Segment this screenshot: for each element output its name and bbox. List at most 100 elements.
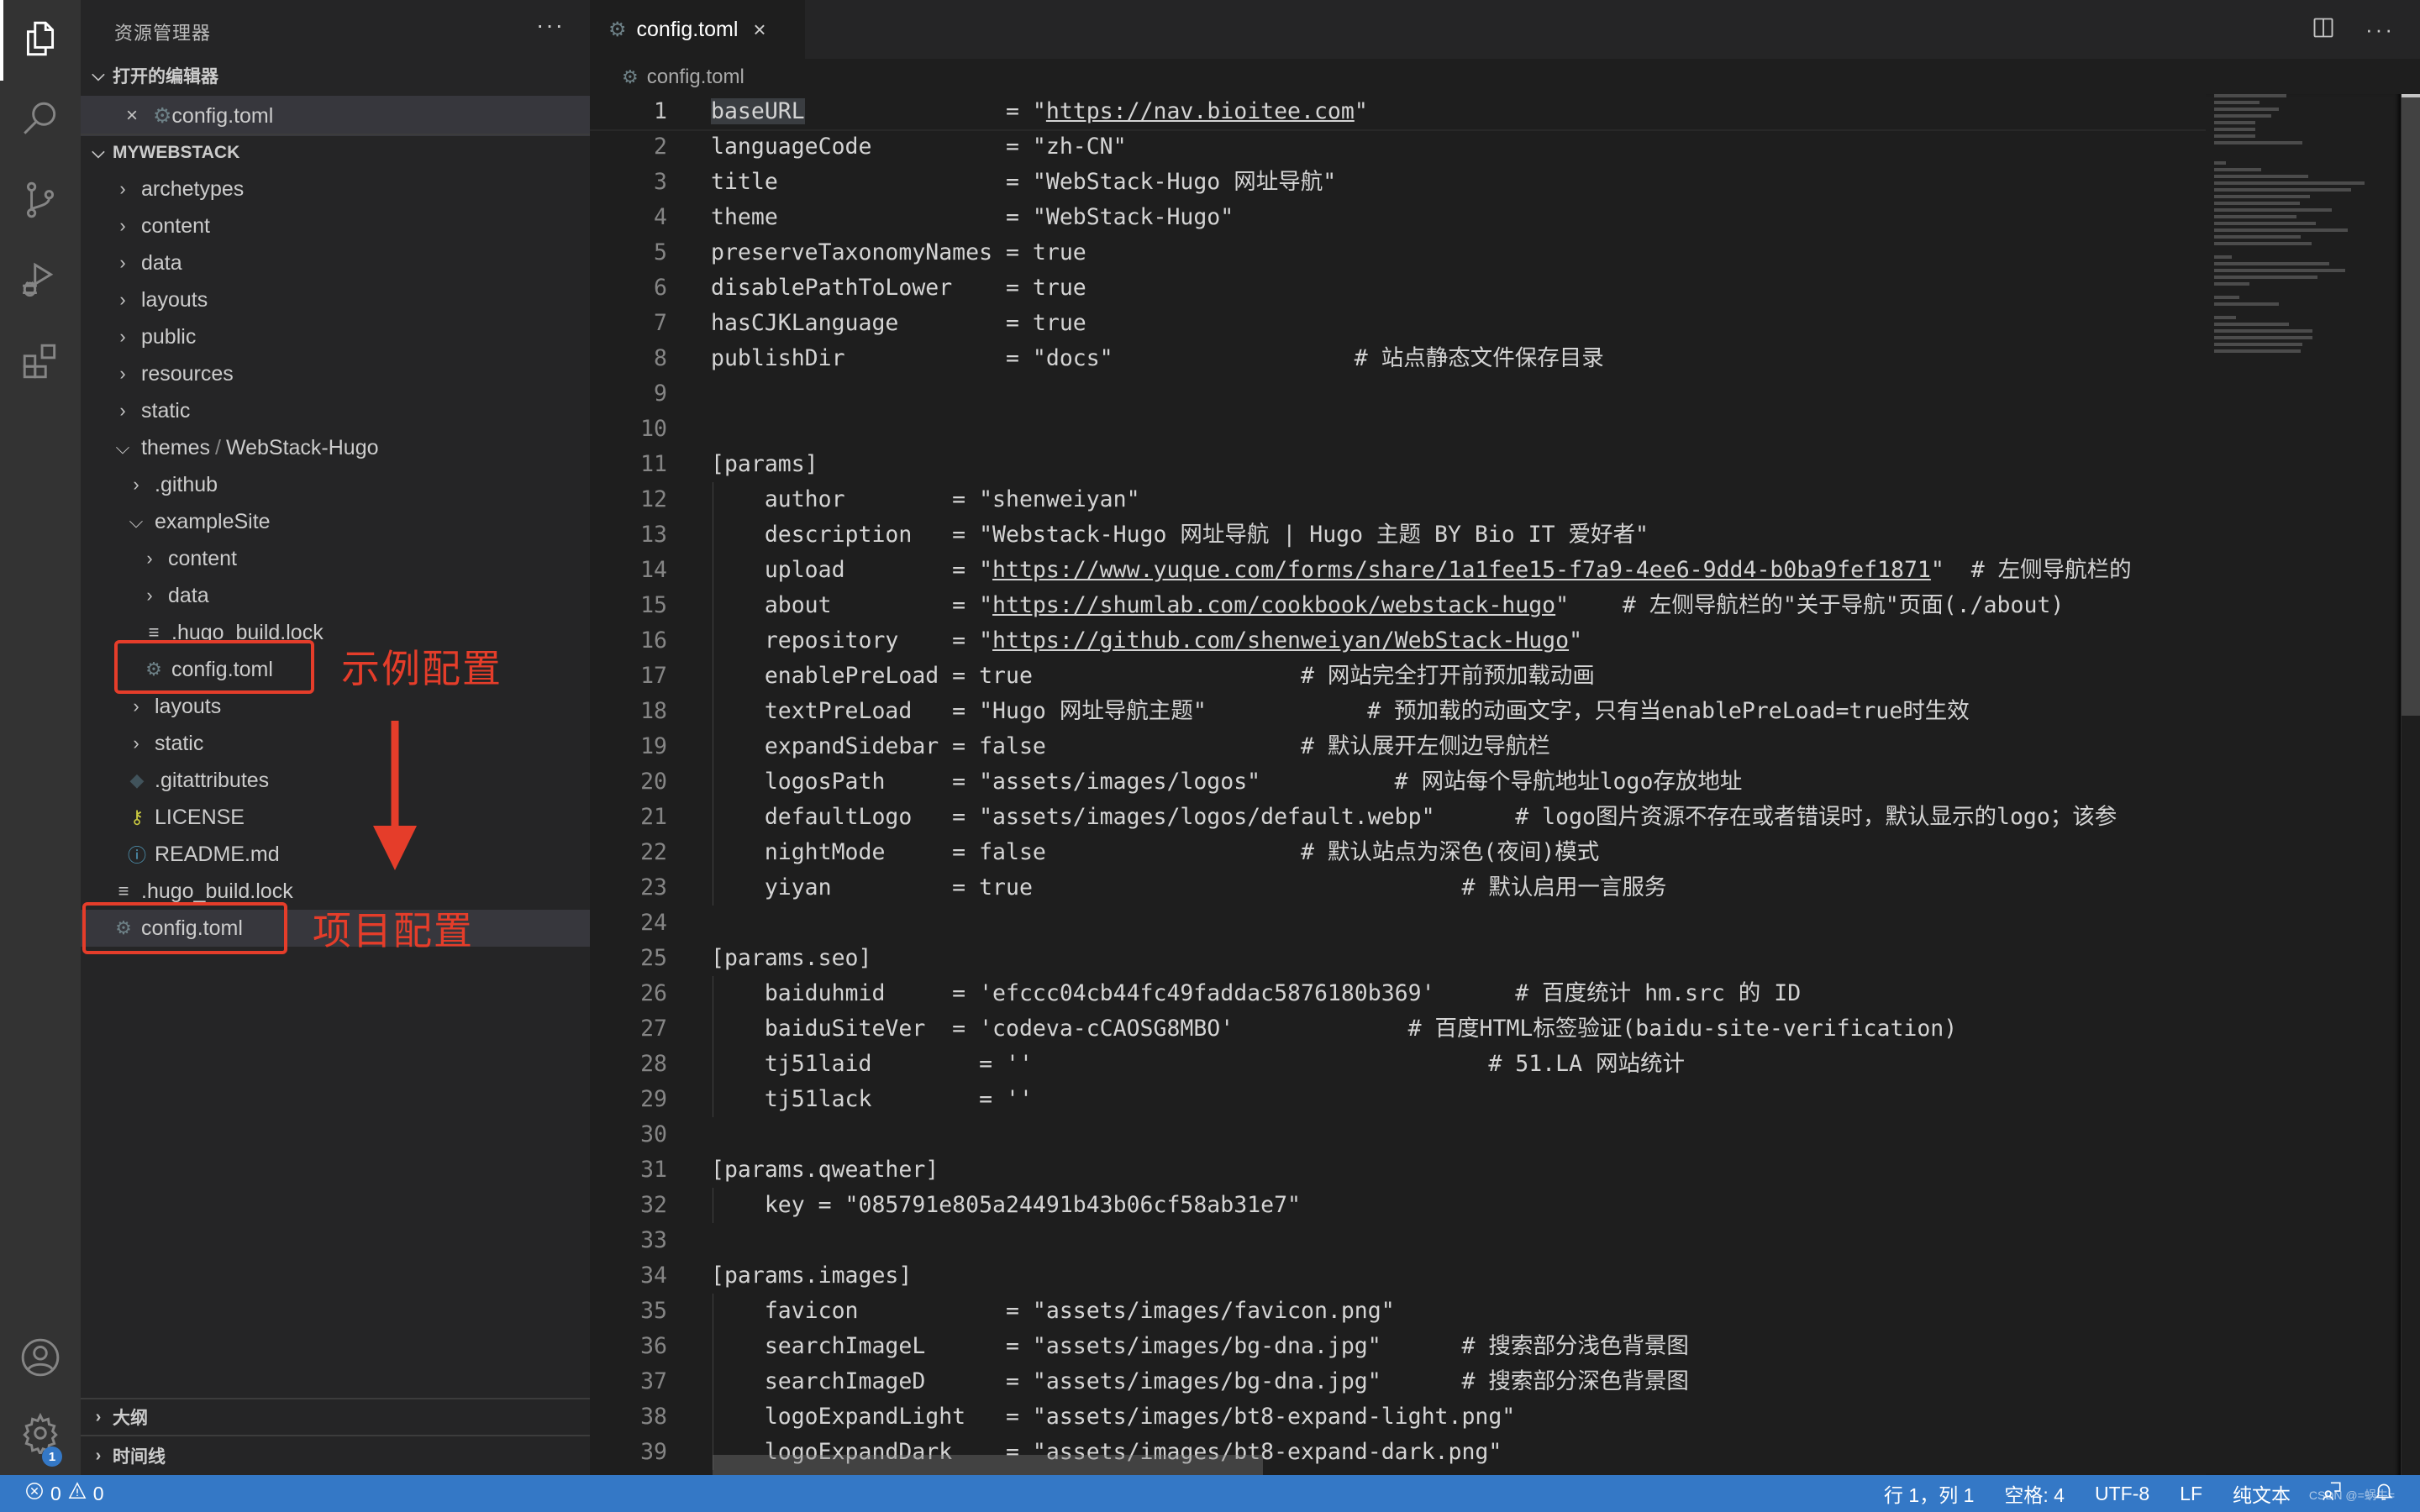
minimap[interactable]	[2206, 94, 2401, 1475]
tree-folder[interactable]: ⌵ themes / WebStack-Hugo	[81, 429, 590, 466]
activity-source-control[interactable]	[0, 161, 81, 242]
tree-file[interactable]: ⓘ README.md	[81, 836, 590, 873]
activity-run-debug[interactable]	[0, 242, 81, 323]
tree-folder[interactable]: › content	[81, 207, 590, 244]
code-line[interactable]: 34 [params.images]	[590, 1258, 2206, 1294]
language-mode[interactable]: 纯文本	[2233, 1479, 2291, 1508]
activity-extensions[interactable]	[0, 323, 81, 403]
tree-item-label: WebStack-Hugo	[225, 435, 379, 459]
cursor-position[interactable]: 行 1，列 1	[1884, 1479, 1974, 1508]
code-line[interactable]: 17 enablePreLoad = true # 网站完全打开前预加载动画	[590, 659, 2206, 694]
code-line[interactable]: 23 yiyan = true # 默认启用一言服务	[590, 870, 2206, 906]
line-number: 2	[654, 134, 667, 160]
code-line[interactable]: 22 nightMode = false # 默认站点为深色(夜间)模式	[590, 835, 2206, 870]
code-line[interactable]: 36 searchImageL = "assets/images/bg-dna.…	[590, 1329, 2206, 1364]
activity-explorer[interactable]	[0, 0, 81, 81]
code-line[interactable]: 3 title = "WebStack-Hugo 网址导航"	[590, 165, 2206, 200]
tree-file[interactable]: ◆ .gitattributes	[81, 762, 590, 799]
code-line[interactable]: 30	[590, 1117, 2206, 1152]
code-text: preserveTaxonomyNames = true	[711, 239, 1086, 265]
more-actions-icon[interactable]: ···	[536, 12, 565, 39]
code-line[interactable]: 28 tj51laid = '' # 51.LA 网站统计	[590, 1047, 2206, 1082]
open-editors-header[interactable]: ⌵ 打开的编辑器	[81, 57, 590, 94]
line-number: 1	[654, 98, 667, 124]
activity-accounts[interactable]	[0, 1319, 81, 1399]
code-text: publishDir = "docs" # 站点静态文件保存目录	[711, 345, 1604, 371]
code-line[interactable]: 11 [params]	[590, 447, 2206, 482]
code-editor[interactable]: 1 baseURL = "https://nav.bioitee.com" 2 lan…	[590, 94, 2206, 1475]
code-line[interactable]: 37 searchImageD = "assets/images/bg-dna.…	[590, 1364, 2206, 1399]
code-link[interactable]: https://nav.bioitee.com	[1046, 98, 1355, 124]
end-of-line[interactable]: LF	[2180, 1483, 2202, 1505]
activity-search[interactable]	[0, 81, 81, 161]
code-line[interactable]: 20 logosPath = "assets/images/logos" # 网…	[590, 764, 2206, 800]
encoding[interactable]: UTF-8	[2095, 1483, 2149, 1505]
tree-folder[interactable]: › content	[81, 540, 590, 577]
tree-folder[interactable]: › public	[81, 318, 590, 355]
tree-folder[interactable]: › static	[81, 392, 590, 429]
split-editor-icon[interactable]	[2312, 16, 2335, 44]
code-line[interactable]: 24	[590, 906, 2206, 941]
vertical-scrollbar[interactable]	[2401, 94, 2420, 1475]
activity-manage[interactable]: 1	[0, 1394, 81, 1475]
code-line[interactable]: 7 hasCJKLanguage = true	[590, 306, 2206, 341]
tree-folder[interactable]: › resources	[81, 355, 590, 392]
code-line[interactable]: 10	[590, 412, 2206, 447]
code-line[interactable]: 29 tj51lack = ''	[590, 1082, 2206, 1117]
code-line[interactable]: 13 description = "Webstack-Hugo 网址导航 | H…	[590, 517, 2206, 553]
scrollbar-thumb[interactable]	[2402, 94, 2420, 716]
code-line[interactable]: 14 upload = "https://www.yuque.com/forms…	[590, 553, 2206, 588]
horizontal-scrollbar[interactable]	[713, 1455, 1263, 1475]
code-line[interactable]: 1 baseURL = "https://nav.bioitee.com"	[590, 94, 2206, 131]
tree-file[interactable]: ⚷ LICENSE	[81, 799, 590, 836]
code-line[interactable]: 38 logoExpandLight = "assets/images/bt8-…	[590, 1399, 2206, 1435]
code-line[interactable]: 5 preserveTaxonomyNames = true	[590, 235, 2206, 270]
code-line[interactable]: 32 key = "085791e805a24491b43b06cf58ab31…	[590, 1188, 2206, 1223]
tree-item-label: archetypes	[141, 176, 245, 201]
code-line[interactable]: 33	[590, 1223, 2206, 1258]
code-line[interactable]: 8 publishDir = "docs" # 站点静态文件保存目录	[590, 341, 2206, 376]
tab-config-toml[interactable]: ⚙ config.toml ×	[590, 0, 805, 59]
outline-header[interactable]: › 大纲	[81, 1398, 590, 1435]
workspace-header[interactable]: ⌵ MYWEBSTACK	[81, 134, 590, 171]
code-line[interactable]: 25 [params.seo]	[590, 941, 2206, 976]
tree-item-label: layouts	[155, 694, 222, 718]
code-line[interactable]: 2 languageCode = "zh-CN"	[590, 129, 2206, 165]
close-icon[interactable]: ×	[119, 104, 145, 128]
open-editor-item[interactable]: × ⚙ config.toml	[81, 96, 590, 136]
timeline-header[interactable]: › 时间线	[81, 1435, 590, 1475]
code-link[interactable]: https://www.yuque.com/forms/share/1a1fee…	[992, 557, 1931, 583]
indentation[interactable]: 空格: 4	[2004, 1479, 2065, 1508]
code-line[interactable]: 21 defaultLogo = "assets/images/logos/de…	[590, 800, 2206, 835]
code-line[interactable]: 4 theme = "WebStack-Hugo"	[590, 200, 2206, 235]
breadcrumb[interactable]: ⚙ config.toml	[622, 60, 744, 94]
more-actions-icon[interactable]: ···	[2365, 17, 2395, 43]
activity-bar: 1	[0, 0, 81, 1475]
tree-folder[interactable]: › archetypes	[81, 171, 590, 207]
code-text: favicon = "assets/images/favicon.png"	[711, 1298, 1395, 1324]
tree-folder[interactable]: › data	[81, 577, 590, 614]
tree-folder[interactable]: ⌵ exampleSite	[81, 503, 590, 540]
code-line[interactable]: 18 textPreLoad = "Hugo 网址导航主题" # 预加载的动画文…	[590, 694, 2206, 729]
code-line[interactable]: 27 baiduSiteVer = 'codeva-cCAOSG8MBO' # …	[590, 1011, 2206, 1047]
code-line[interactable]: 16 repository = "https://github.com/shen…	[590, 623, 2206, 659]
code-line[interactable]: 26 baiduhmid = 'efccc04cb44fc49faddac587…	[590, 976, 2206, 1011]
tree-folder[interactable]: › data	[81, 244, 590, 281]
code-line[interactable]: 35 favicon = "assets/images/favicon.png"	[590, 1294, 2206, 1329]
problems-indicator[interactable]: 0 0	[25, 1475, 104, 1512]
code-line[interactable]: 31 [params.qweather]	[590, 1152, 2206, 1188]
code-link[interactable]: https://github.com/shenweiyan/WebStack-H…	[992, 627, 1569, 654]
code-line[interactable]: 12 author = "shenweiyan"	[590, 482, 2206, 517]
code-line[interactable]: 9	[590, 376, 2206, 412]
tree-folder[interactable]: › layouts	[81, 281, 590, 318]
code-line[interactable]: 15 about = "https://shumlab.com/cookbook…	[590, 588, 2206, 623]
code-line[interactable]: 19 expandSidebar = false # 默认展开左侧边导航栏	[590, 729, 2206, 764]
tree-item-label: resources	[141, 361, 234, 386]
line-number: 17	[640, 663, 667, 689]
close-icon[interactable]: ×	[753, 17, 765, 43]
open-editor-label: config.toml	[171, 103, 274, 128]
code-link[interactable]: https://shumlab.com/cookbook/webstack-hu…	[992, 592, 1555, 618]
tree-folder[interactable]: › .github	[81, 466, 590, 503]
code-line[interactable]: 6 disablePathToLower = true	[590, 270, 2206, 306]
tree-folder[interactable]: › static	[81, 725, 590, 762]
